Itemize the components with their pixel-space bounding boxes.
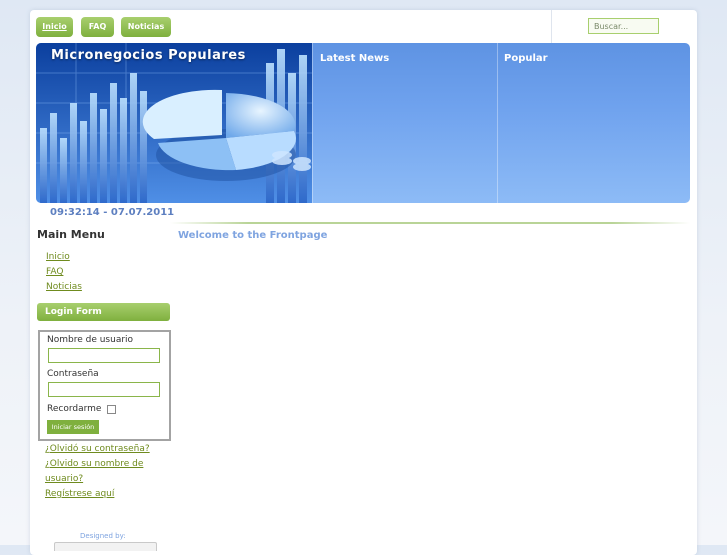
date-time-display: 09:32:14 - 07.07.2011	[50, 207, 175, 218]
sidebar-item-faq[interactable]: FAQ	[46, 267, 63, 277]
login-submit-button[interactable]: Iniciar sesión	[47, 420, 99, 434]
remember-checkbox[interactable]	[107, 405, 116, 414]
nav-item-label: FAQ	[88, 22, 107, 31]
username-label: Nombre de usuario	[47, 335, 134, 345]
forgot-password-link[interactable]: ¿Olvidó su contraseña?	[45, 442, 150, 457]
forgot-username-line2: usuario?	[45, 474, 84, 484]
designer-logo[interactable]	[54, 542, 157, 551]
page-title: Welcome to the Frontpage	[178, 230, 328, 241]
popular-heading: Popular	[504, 53, 548, 64]
register-link[interactable]: Regístrese aquí	[45, 487, 114, 502]
top-divider	[551, 10, 552, 43]
search-input[interactable]: Buscar...	[588, 18, 659, 34]
nav-item-inicio[interactable]: Inicio	[36, 17, 73, 37]
nav-item-faq[interactable]: FAQ	[81, 17, 114, 37]
password-field[interactable]	[48, 382, 160, 397]
banner-column-divider	[312, 43, 313, 203]
password-label: Contraseña	[47, 369, 99, 379]
username-field[interactable]	[48, 348, 160, 363]
login-form: Nombre de usuario Contraseña Recordarme …	[38, 330, 171, 441]
login-form-heading: Login Form	[37, 303, 170, 321]
business-chart-illustration	[36, 43, 312, 203]
nav-item-label: Noticias	[127, 22, 165, 31]
forgot-username-line1: ¿Olvido su nombre de	[45, 459, 144, 469]
designed-by-label: Designed by:	[80, 532, 126, 540]
page-container: Inicio FAQ Noticias Buscar... Micronegoc…	[30, 10, 697, 555]
latest-news-heading: Latest News	[320, 53, 390, 64]
forgot-username-link[interactable]: ¿Olvido su nombre de usuario?	[45, 457, 143, 487]
header-banner: Micronegocios Populares Latest News Popu…	[36, 43, 690, 203]
remember-label: Recordarme	[47, 404, 102, 414]
content-divider	[170, 222, 690, 224]
sidebar-item-noticias[interactable]: Noticias	[46, 282, 82, 292]
nav-item-label: Inicio	[42, 22, 67, 31]
sidebar-item-inicio[interactable]: Inicio	[46, 252, 70, 262]
nav-item-noticias[interactable]: Noticias	[121, 17, 171, 37]
banner-column-divider	[497, 43, 498, 203]
site-title: Micronegocios Populares	[51, 48, 246, 63]
top-nav-bar: Inicio FAQ Noticias Buscar...	[30, 10, 697, 43]
search-placeholder: Buscar...	[594, 22, 629, 31]
main-menu-title: Main Menu	[37, 228, 105, 241]
